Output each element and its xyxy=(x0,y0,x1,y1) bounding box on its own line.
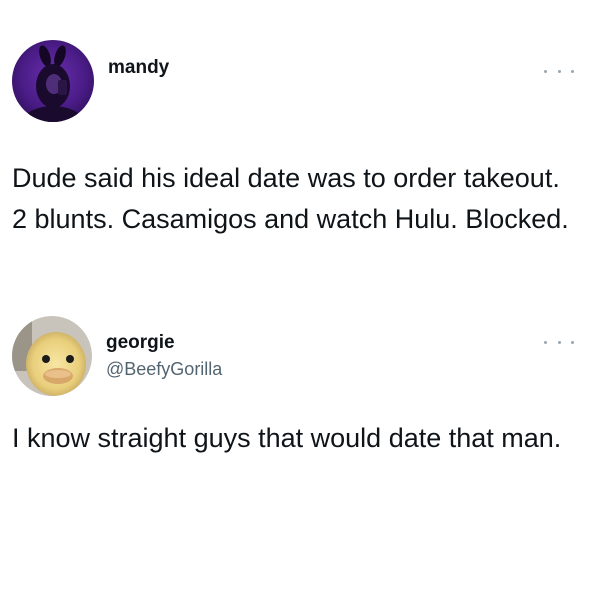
tweet-card-1: mandy Dude said his ideal date was to or… xyxy=(0,0,600,300)
dot xyxy=(544,69,547,73)
dot xyxy=(557,340,561,344)
author-name[interactable]: georgie xyxy=(106,332,175,354)
author-avatar-icon[interactable] xyxy=(12,40,94,122)
tweet-screenshot: mandy Dude said his ideal date was to or… xyxy=(0,0,600,600)
bunny-ears-avatar-icon xyxy=(12,40,94,122)
duckling-avatar-icon xyxy=(12,316,92,396)
more-options-icon[interactable] xyxy=(544,63,574,79)
dot xyxy=(544,340,547,344)
more-options-icon[interactable] xyxy=(544,334,574,350)
dot xyxy=(557,69,561,73)
author-avatar-icon[interactable] xyxy=(12,316,92,396)
author-name[interactable]: mandy xyxy=(108,57,169,79)
author-handle[interactable]: @BeefyGorilla xyxy=(106,359,222,380)
tweet-text: I know straight guys that would date tha… xyxy=(12,423,562,453)
tweet-card-2: georgie @BeefyGorilla I know straight gu… xyxy=(0,300,600,600)
dot xyxy=(571,69,574,73)
tweet-text: Dude said his ideal date was to order ta… xyxy=(12,163,569,234)
dot xyxy=(571,340,574,344)
